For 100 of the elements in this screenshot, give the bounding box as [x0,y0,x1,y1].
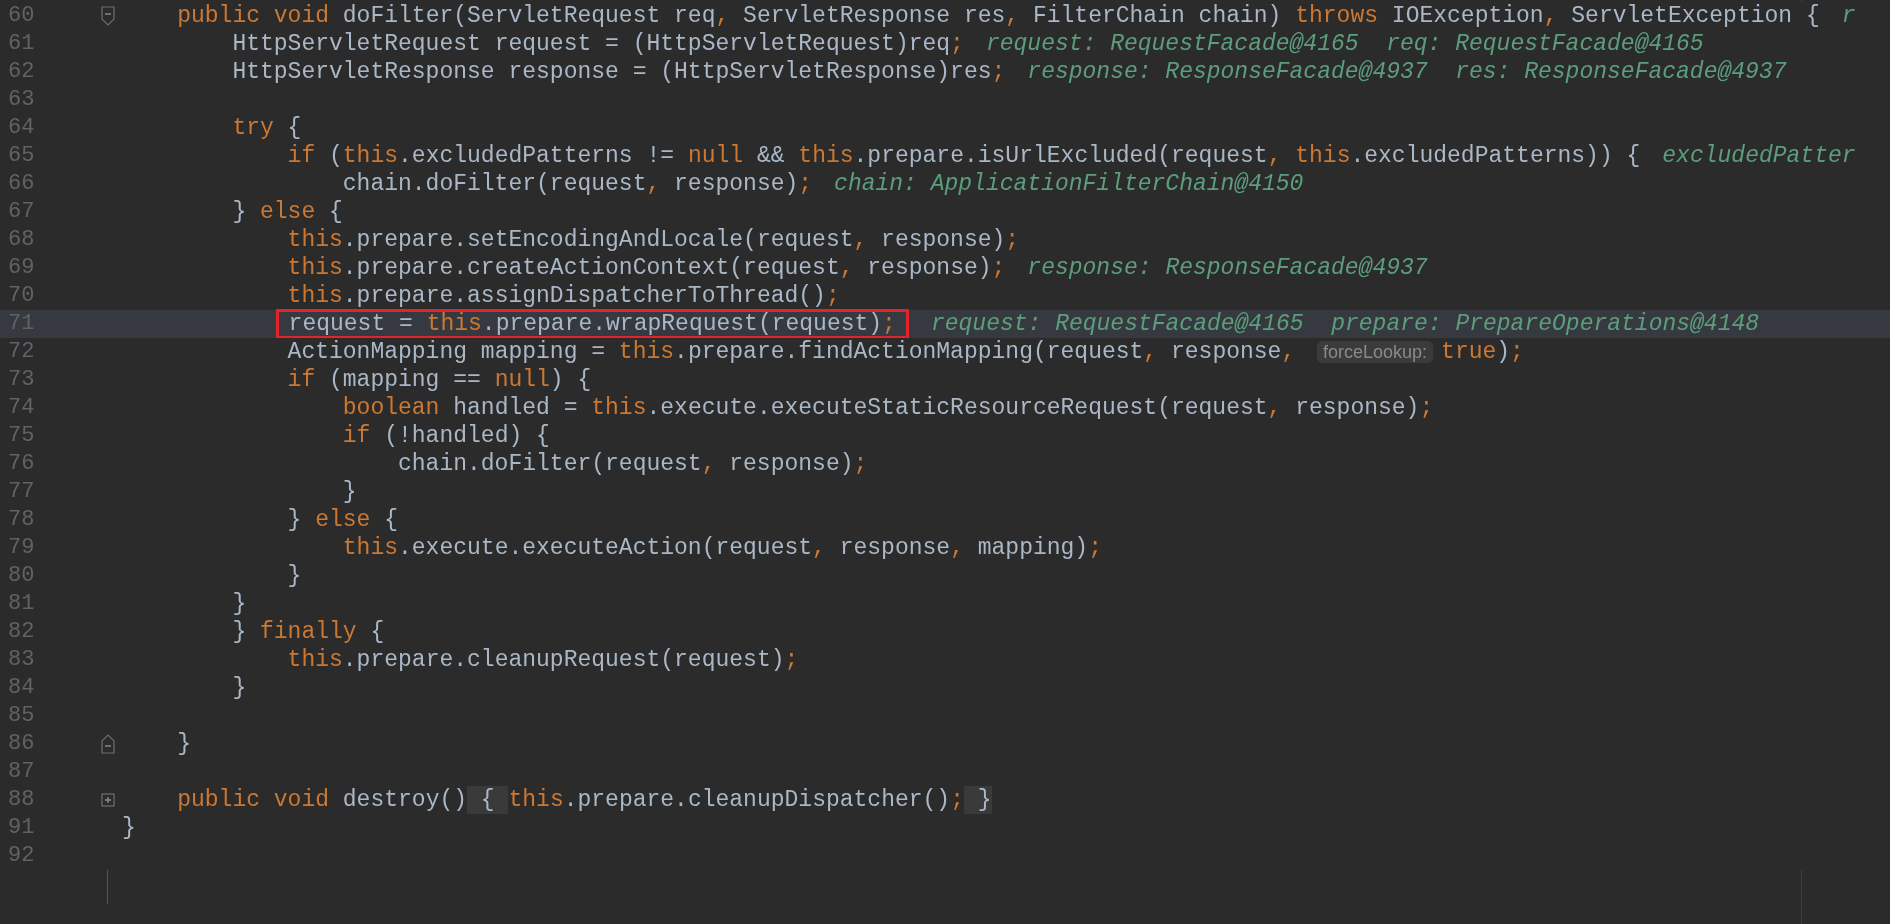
keyword: ; [950,30,964,58]
keyword: ; [1510,338,1524,366]
keyword: ; [991,58,1006,86]
keyword: , [950,534,965,562]
code-text: chain.doFilter(request [342,170,647,198]
code-text: } [122,814,136,842]
code-text: } [232,198,248,226]
code-text: } [232,674,247,702]
code-text: response) [881,226,1006,254]
code-text: destroy() [341,786,468,814]
code-text: ) { [549,366,592,394]
keyword: this [287,226,343,254]
code-text: ) [1496,338,1511,366]
line-number: 77 [8,478,35,506]
folded-block-marker[interactable]: { [467,786,509,814]
line-number: 91 [8,814,35,842]
line-number: 80 [8,562,35,590]
code-text: response) [867,254,992,282]
keyword: , [812,534,827,562]
keyword: this [798,142,854,170]
keyword: ; [950,786,964,814]
keyword: , [1281,338,1297,366]
code-text: chain.doFilter(request [398,450,702,478]
line-number: 73 [8,366,35,394]
code-text: ServletException { [1571,2,1820,30]
keyword: , [1143,338,1159,366]
fold-minus-icon[interactable] [101,734,115,754]
keyword: , [701,450,717,478]
keyword: this [287,282,343,310]
keyword: ; [1419,394,1434,422]
code-text: request = [288,310,414,338]
code-text: ServletResponse res [743,2,1006,30]
folded-block-marker[interactable]: } [963,786,992,814]
keyword: , [1267,142,1283,170]
code-text: && [755,142,786,170]
keyword: this [342,534,398,562]
keyword: , [839,254,855,282]
keyword: this [287,646,343,674]
line-number: 92 [8,842,35,870]
fold-minus-icon[interactable] [101,6,115,26]
code-text: .prepare.wrapRequest(request) [481,310,883,338]
line-number: 70 [8,282,35,310]
fold-plus-icon[interactable] [101,793,115,807]
code-text: response) [729,450,854,478]
keyword: ; [1088,534,1102,562]
line-number: 67 [8,198,35,226]
inline-value-hint: response: ResponseFacade@4937 res: ResponseFacade@4937 [1027,58,1787,86]
keyword: throws [1295,2,1379,30]
code-text: .prepare.assignDispatcherToThread() [342,282,826,310]
line-number: 79 [8,534,35,562]
line-number: 62 [8,58,35,86]
inline-value-hint: chain: ApplicationFilterChain@4150 [834,170,1304,198]
line-number: 87 [8,758,35,786]
keyword: null [687,142,744,170]
keyword: ; [991,254,1006,282]
code-text: HttpServletResponse response = (HttpServletResponse)res [232,58,992,86]
line-number: 86 [8,730,35,758]
line-number: 66 [8,170,35,198]
keyword: finally [260,618,357,646]
code-text: { [286,114,302,142]
code-text: { [369,618,385,646]
line-number: 85 [8,702,35,730]
keyword: this [342,142,399,170]
line-number: 78 [8,506,35,534]
keyword: , [715,2,731,30]
code-text: response) [1295,394,1420,422]
line-number: 82 [8,618,35,646]
line-number: 61 [8,30,35,58]
line-number: 72 [8,338,35,366]
keyword: ; [853,450,868,478]
code-text: .execute.executeAction(request [398,534,813,562]
inline-value-hint: response: ResponseFacade@4937 [1027,254,1428,282]
code-text: (!handled) { [383,422,550,450]
code-text: .excludedPatterns)) { [1350,142,1641,170]
line-number: 64 [8,114,35,142]
keyword: true [1441,338,1497,366]
keyword: , [1267,394,1283,422]
code-text: .prepare.setEncodingAndLocale(request [342,226,854,254]
code-text: } [287,562,302,590]
line-number: 60 [8,2,35,30]
line-number: 65 [8,142,35,170]
line-number: 74 [8,394,35,422]
keyword: , [853,226,869,254]
keyword: if [342,422,371,450]
line-number: 81 [8,590,35,618]
code-text: { [328,198,343,226]
code-text: } [177,730,191,758]
code-text: mapping) [977,534,1089,562]
keyword: else [260,198,316,226]
line-number: 69 [8,254,35,282]
code-text: handled = [452,394,579,422]
code-text: .prepare.createActionContext(request [342,254,840,282]
inline-value-hint: request: RequestFacade@4165 req: RequestFacade@4165 [985,30,1704,58]
code-text: .excludedPatterns != [398,142,676,170]
keyword: boolean [342,394,440,422]
keyword: this [426,310,482,338]
line-number: 75 [8,422,35,450]
code-text: } [342,478,357,506]
line-number: 88 [8,786,35,814]
code-text: response [1170,338,1282,366]
